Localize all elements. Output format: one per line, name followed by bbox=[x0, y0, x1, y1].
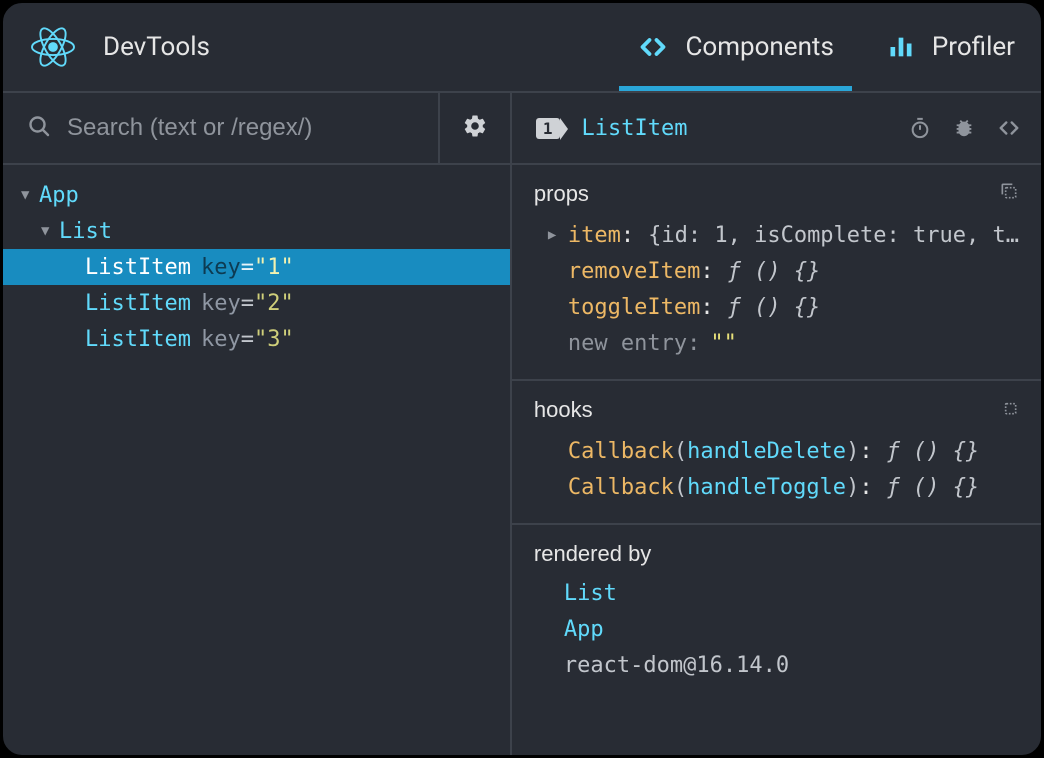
inspect-button[interactable] bbox=[953, 117, 975, 139]
bug-icon bbox=[953, 117, 975, 139]
caret-right-icon: ▶ bbox=[548, 227, 568, 243]
tree-node-key: key="1" bbox=[201, 255, 294, 280]
prop-key: removeItem bbox=[568, 259, 700, 284]
components-tree-pane: ▼ App ▼ List ListItem key="1" ListItem bbox=[3, 93, 512, 755]
component-index-badge: 1 bbox=[536, 118, 560, 139]
body: ▼ App ▼ List ListItem key="1" ListItem bbox=[3, 93, 1041, 755]
prop-key: item bbox=[568, 223, 621, 248]
code-brackets-icon bbox=[637, 33, 669, 61]
detail-header: 1 ListItem bbox=[512, 93, 1041, 165]
prop-value: "" bbox=[710, 331, 737, 356]
suspend-button[interactable] bbox=[909, 117, 931, 139]
hook-value: ƒ () {} bbox=[887, 439, 980, 464]
tab-profiler-label: Profiler bbox=[932, 32, 1015, 62]
detail-pane: 1 ListItem props bbox=[512, 93, 1041, 755]
hook-label: Callback bbox=[568, 439, 674, 464]
devtools-window: DevTools Components Profiler bbox=[0, 0, 1044, 758]
search-bar bbox=[3, 93, 510, 165]
tabs: Components Profiler bbox=[611, 3, 1041, 91]
search-area bbox=[3, 114, 438, 142]
prop-value: ƒ () {} bbox=[728, 295, 821, 320]
prop-removeItem[interactable]: removeItem:ƒ () {} bbox=[534, 253, 1019, 289]
code-brackets-icon bbox=[997, 117, 1021, 139]
header: DevTools Components Profiler bbox=[3, 3, 1041, 93]
rendered-by-react-dom: react-dom@16.14.0 bbox=[534, 647, 1019, 683]
view-source-button[interactable] bbox=[997, 117, 1021, 139]
prop-key: new entry bbox=[568, 331, 687, 356]
props-title: props bbox=[534, 181, 589, 207]
prop-new-entry[interactable]: new entry: "" bbox=[534, 325, 1019, 361]
tree-node-label: List bbox=[59, 219, 112, 244]
caret-down-icon: ▼ bbox=[21, 187, 39, 203]
tree-node-label: App bbox=[39, 183, 79, 208]
prop-item[interactable]: ▶ item:{id: 1, isComplete: true, t… bbox=[534, 217, 1019, 253]
tree-node-label: ListItem bbox=[85, 291, 191, 316]
tab-components-label: Components bbox=[685, 32, 833, 62]
copy-props-button[interactable] bbox=[999, 181, 1019, 207]
detail-actions bbox=[909, 117, 1021, 139]
hook-callback-2[interactable]: Callback(handleToggle):ƒ () {} bbox=[534, 469, 1019, 505]
hook-arg: handleToggle bbox=[687, 475, 846, 500]
stopwatch-icon bbox=[909, 117, 931, 139]
tree-node-listitem-1[interactable]: ListItem key="1" bbox=[3, 249, 510, 285]
props-section: props ▶ item:{id: 1, isComplete: true, t… bbox=[512, 165, 1041, 381]
rendered-by-app[interactable]: App bbox=[534, 611, 1019, 647]
copy-icon bbox=[999, 397, 1019, 417]
rendered-by-list[interactable]: List bbox=[534, 575, 1019, 611]
hooks-section: hooks Callback(handleDelete):ƒ () {} Cal… bbox=[512, 381, 1041, 525]
tree-node-app[interactable]: ▼ App bbox=[3, 177, 510, 213]
search-input[interactable] bbox=[67, 114, 438, 142]
rendered-by-title: rendered by bbox=[534, 541, 651, 567]
tree-node-listitem-2[interactable]: ListItem key="2" bbox=[3, 285, 510, 321]
tree-node-list[interactable]: ▼ List bbox=[3, 213, 510, 249]
hook-value: ƒ () {} bbox=[887, 475, 980, 500]
hooks-title: hooks bbox=[534, 397, 593, 423]
gear-icon bbox=[462, 113, 488, 143]
header-left: DevTools bbox=[3, 27, 611, 67]
caret-down-icon: ▼ bbox=[41, 223, 59, 239]
copy-icon bbox=[999, 181, 1019, 201]
bar-chart-icon bbox=[886, 33, 916, 61]
hook-callback-1[interactable]: Callback(handleDelete):ƒ () {} bbox=[534, 433, 1019, 469]
selected-component-name: ListItem bbox=[582, 116, 688, 141]
tree-node-listitem-3[interactable]: ListItem key="3" bbox=[3, 321, 510, 357]
tree-node-label: ListItem bbox=[85, 255, 191, 280]
prop-key: toggleItem bbox=[568, 295, 700, 320]
component-tree: ▼ App ▼ List ListItem key="1" ListItem bbox=[3, 165, 510, 357]
tab-components[interactable]: Components bbox=[611, 3, 859, 91]
hook-label: Callback bbox=[568, 475, 674, 500]
header-title: DevTools bbox=[103, 32, 210, 62]
prop-value: {id: 1, isComplete: true, t… bbox=[648, 223, 1019, 248]
prop-toggleItem[interactable]: toggleItem:ƒ () {} bbox=[534, 289, 1019, 325]
tree-node-label: ListItem bbox=[85, 327, 191, 352]
prop-value: ƒ () {} bbox=[728, 259, 821, 284]
hook-arg: handleDelete bbox=[687, 439, 846, 464]
tab-profiler[interactable]: Profiler bbox=[860, 3, 1041, 91]
search-icon bbox=[27, 114, 51, 142]
rendered-by-section: rendered by List App react-dom@16.14.0 bbox=[512, 525, 1041, 723]
tree-node-key: key="3" bbox=[201, 327, 294, 352]
copy-hooks-button[interactable] bbox=[999, 397, 1019, 423]
react-logo-icon bbox=[31, 27, 75, 67]
settings-button[interactable] bbox=[438, 93, 510, 163]
tree-node-key: key="2" bbox=[201, 291, 294, 316]
